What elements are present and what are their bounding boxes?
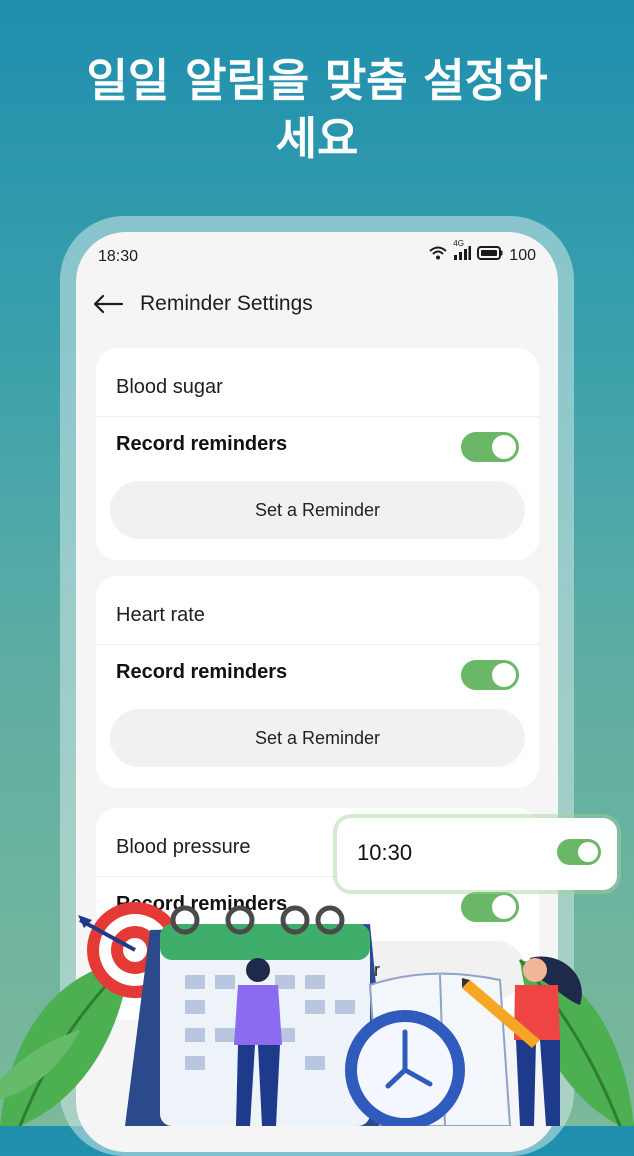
record-reminders-label: Record reminders bbox=[116, 661, 288, 683]
divider bbox=[96, 644, 539, 645]
reminder-card-heart-rate: Heart rate Record reminders Set a Remind… bbox=[96, 576, 539, 788]
back-arrow-icon[interactable] bbox=[90, 289, 126, 319]
card-title: Heart rate bbox=[116, 604, 205, 626]
status-time: 18:30 bbox=[98, 248, 139, 265]
app-bar: Reminder Settings bbox=[90, 284, 313, 324]
divider bbox=[96, 416, 539, 417]
record-reminders-toggle[interactable] bbox=[461, 660, 519, 690]
headline-line-1: 일일 알림을 맞춤 설정하 bbox=[86, 54, 548, 107]
card-title: Blood pressure bbox=[116, 836, 251, 858]
wifi-icon bbox=[429, 246, 447, 265]
toggle-knob bbox=[578, 842, 598, 862]
record-reminders-label: Record reminders bbox=[116, 433, 288, 455]
reminder-time-toggle[interactable] bbox=[557, 839, 601, 865]
headline-line-2: 세요 bbox=[275, 112, 359, 165]
toggle-knob bbox=[492, 435, 516, 459]
clock-icon bbox=[345, 1010, 465, 1126]
page-title: Reminder Settings bbox=[140, 292, 313, 315]
record-reminders-toggle[interactable] bbox=[461, 432, 519, 462]
battery-level: 100 bbox=[509, 246, 536, 264]
battery-icon bbox=[477, 246, 503, 265]
network-label: 4G bbox=[453, 239, 464, 248]
set-reminder-button[interactable]: Set a Reminder bbox=[110, 709, 525, 767]
reminder-time[interactable]: 10:30 bbox=[357, 840, 412, 866]
illustration bbox=[0, 902, 634, 1126]
headline: 일일 알림을 맞춤 설정하 세요 bbox=[0, 52, 634, 168]
reminder-card-blood-sugar: Blood sugar Record reminders Set a Remin… bbox=[96, 348, 539, 560]
toggle-knob bbox=[492, 663, 516, 687]
set-reminder-button[interactable]: Set a Reminder bbox=[110, 481, 525, 539]
signal-icon: 4G bbox=[453, 239, 472, 265]
status-icons: 4G 100 bbox=[429, 239, 536, 265]
card-title: Blood sugar bbox=[116, 376, 223, 398]
